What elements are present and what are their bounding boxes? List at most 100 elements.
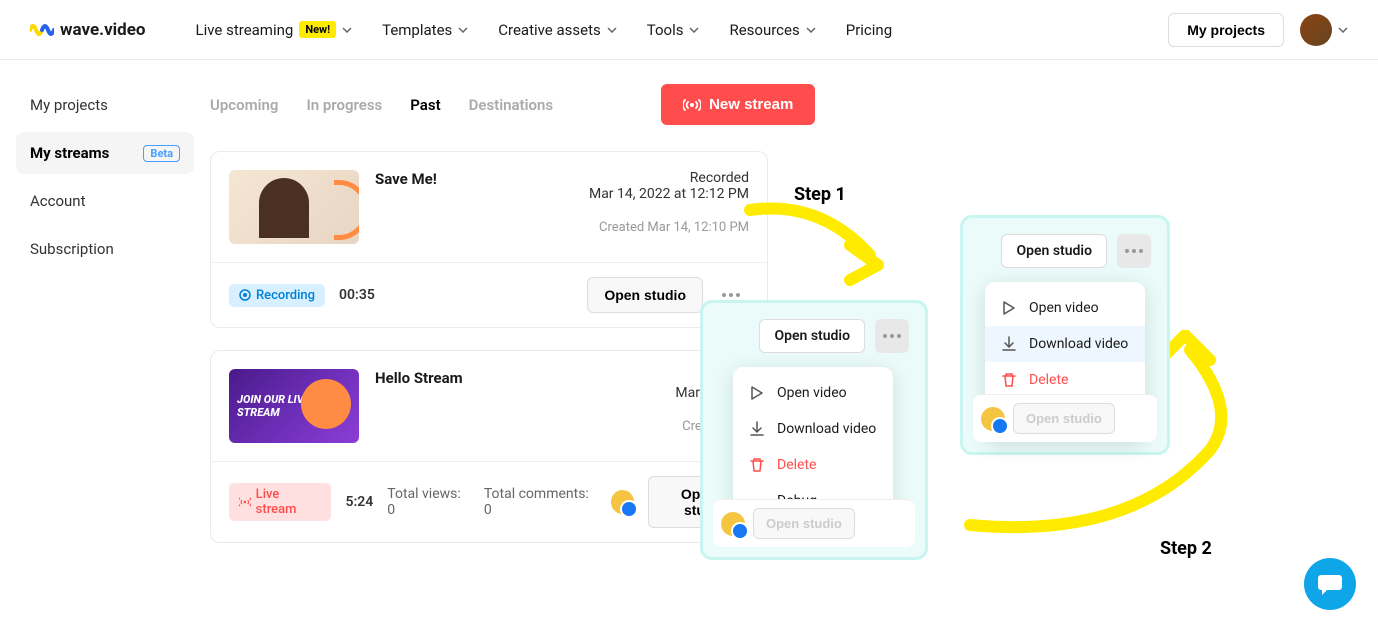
- sidebar-item-label: My streams: [30, 144, 109, 162]
- broadcast-icon: [683, 98, 701, 112]
- open-studio-button[interactable]: Open studio: [753, 508, 855, 539]
- stream-thumbnail[interactable]: [229, 170, 359, 244]
- stream-created: Created Mar 14, 12:10 PM: [375, 220, 749, 235]
- sidebar-item-account[interactable]: Account: [16, 180, 194, 222]
- menu-open-video[interactable]: Open video: [733, 375, 893, 411]
- wave-logo-icon: [30, 22, 54, 38]
- open-studio-button[interactable]: Open studio: [759, 319, 865, 353]
- stream-thumbnail[interactable]: JOIN OUR LIVE STREAM: [229, 369, 359, 443]
- tab-past[interactable]: Past: [410, 96, 440, 114]
- sidebar-item-my-streams[interactable]: My streams Beta: [16, 132, 194, 174]
- stream-created: Created Ma: [375, 419, 749, 434]
- duration: 5:24: [345, 494, 373, 510]
- duration: 00:35: [339, 287, 375, 303]
- trash-icon: [749, 457, 765, 473]
- menu-download-video[interactable]: Download video: [985, 326, 1145, 362]
- user-menu[interactable]: [1300, 14, 1348, 46]
- nav-label: Tools: [647, 21, 684, 39]
- my-projects-button[interactable]: My projects: [1168, 13, 1284, 47]
- destination-icon[interactable]: [981, 407, 1005, 431]
- tag-label: Live stream: [256, 487, 322, 517]
- menu-label: Download video: [777, 421, 876, 437]
- menu-delete[interactable]: Delete: [985, 362, 1145, 398]
- open-studio-button[interactable]: Open studio: [1001, 234, 1107, 268]
- nav-label: Templates: [382, 21, 452, 39]
- nav-tools[interactable]: Tools: [647, 21, 700, 39]
- destination-icon[interactable]: [611, 490, 634, 514]
- more-icon: [1125, 249, 1143, 253]
- chat-icon: [1317, 572, 1343, 596]
- chevron-down-icon: [1338, 27, 1348, 33]
- step2-label: Step 2: [1160, 538, 1212, 559]
- stream-title: Hello Stream: [375, 369, 463, 401]
- beta-badge: Beta: [143, 145, 180, 162]
- nav-menu: Live streaming New! Templates Creative a…: [196, 21, 1169, 39]
- tag-label: Recording: [256, 288, 315, 303]
- menu-label: Open video: [1029, 300, 1099, 316]
- sidebar: My projects My streams Beta Account Subs…: [0, 60, 210, 632]
- nav-label: Pricing: [846, 21, 892, 39]
- logo-text: wave.video: [60, 20, 146, 40]
- play-icon: [1001, 300, 1017, 316]
- top-nav: wave.video Live streaming New! Templates…: [0, 0, 1378, 60]
- play-icon: [749, 385, 765, 401]
- sidebar-item-label: Account: [30, 192, 86, 210]
- sidebar-item-subscription[interactable]: Subscription: [16, 228, 194, 270]
- more-icon: [722, 293, 740, 297]
- tabs: Upcoming In progress Past Destinations N…: [210, 84, 1378, 125]
- stream-card: Save Me! Recorded Mar 14, 2022 at 12:12 …: [210, 151, 768, 328]
- nav-templates[interactable]: Templates: [382, 21, 468, 39]
- comments-stat: Total comments: 0: [484, 486, 597, 518]
- sidebar-item-my-projects[interactable]: My projects: [16, 84, 194, 126]
- button-label: New stream: [709, 96, 793, 113]
- logo[interactable]: wave.video: [30, 20, 146, 40]
- sidebar-item-label: Subscription: [30, 240, 114, 258]
- menu-label: Delete: [1029, 372, 1068, 388]
- header-right: My projects: [1168, 13, 1348, 47]
- views-stat: Total views: 0: [387, 486, 470, 518]
- nav-label: Resources: [729, 21, 799, 39]
- open-studio-button[interactable]: Open studio: [1013, 403, 1115, 434]
- open-studio-button[interactable]: Open studio: [587, 277, 703, 313]
- tab-upcoming[interactable]: Upcoming: [210, 96, 278, 114]
- chevron-down-icon: [458, 27, 468, 33]
- stream-title: Save Me!: [375, 170, 437, 202]
- menu-label: Open video: [777, 385, 847, 401]
- download-icon: [1001, 336, 1017, 352]
- chevron-down-icon: [689, 27, 699, 33]
- tab-in-progress[interactable]: In progress: [306, 96, 382, 114]
- chat-widget[interactable]: [1304, 558, 1356, 610]
- stream-datetime: Mar 14, 2022 at 12:12 PM: [589, 186, 749, 202]
- menu-label: Delete: [777, 457, 816, 473]
- nav-label: Live streaming: [196, 21, 294, 39]
- nav-pricing[interactable]: Pricing: [846, 21, 892, 39]
- trash-icon: [1001, 372, 1017, 388]
- chevron-down-icon: [607, 27, 617, 33]
- sidebar-item-label: My projects: [30, 96, 108, 114]
- menu-open-video[interactable]: Open video: [985, 290, 1145, 326]
- download-icon: [749, 421, 765, 437]
- step2-overlay: Open studio Open video Download video De…: [960, 215, 1170, 455]
- record-icon: [239, 289, 251, 301]
- avatar: [1300, 14, 1332, 46]
- new-stream-button[interactable]: New stream: [661, 84, 815, 125]
- menu-delete[interactable]: Delete: [733, 447, 893, 483]
- more-button[interactable]: [1117, 234, 1151, 268]
- chevron-down-icon: [342, 27, 352, 33]
- tab-destinations[interactable]: Destinations: [469, 96, 553, 114]
- step1-label: Step 1: [794, 184, 846, 205]
- chevron-down-icon: [806, 27, 816, 33]
- menu-label: Download video: [1029, 336, 1128, 352]
- nav-live-streaming[interactable]: Live streaming New!: [196, 21, 353, 39]
- nav-resources[interactable]: Resources: [729, 21, 815, 39]
- more-button[interactable]: [875, 319, 909, 353]
- stream-status: Recorded: [589, 170, 749, 186]
- nav-label: Creative assets: [498, 21, 600, 39]
- menu-download-video[interactable]: Download video: [733, 411, 893, 447]
- step1-overlay: Open studio Open video Download video De…: [700, 300, 928, 560]
- destination-icon[interactable]: [721, 512, 745, 536]
- nav-creative-assets[interactable]: Creative assets: [498, 21, 616, 39]
- stream-card: JOIN OUR LIVE STREAM Hello Stream St Mar…: [210, 350, 768, 543]
- recording-tag: Recording: [229, 284, 325, 307]
- live-tag: Live stream: [229, 483, 331, 521]
